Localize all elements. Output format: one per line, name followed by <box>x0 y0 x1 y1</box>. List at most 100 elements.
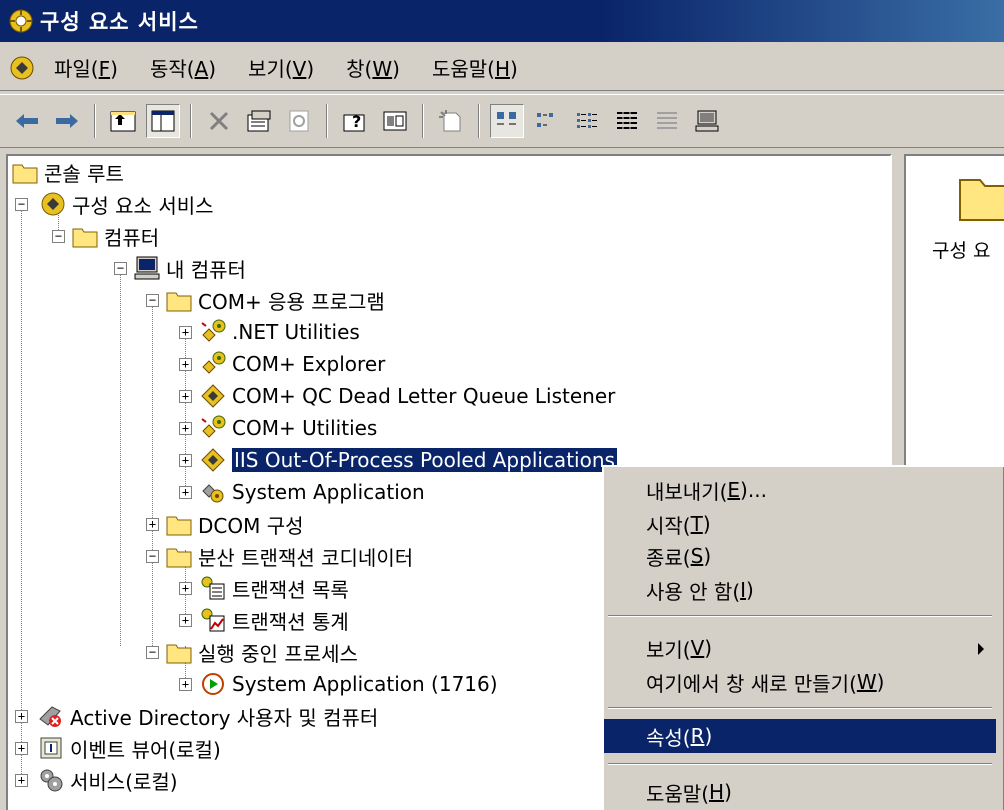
collapse-toggle[interactable]: − <box>15 198 28 211</box>
expand-toggle[interactable]: + <box>179 390 192 403</box>
context-menu-export[interactable]: 내보내기(E)... <box>604 473 996 507</box>
back-button[interactable] <box>10 104 44 138</box>
small-icons-button[interactable] <box>530 104 564 138</box>
tree-node-active-directory[interactable]: Active Directory 사용자 및 컴퓨터 <box>38 700 378 732</box>
tree-node-qc-dead-letter[interactable]: COM+ QC Dead Letter Queue Listener <box>200 380 615 412</box>
computer-button[interactable] <box>690 104 724 138</box>
context-menu-shut-down[interactable]: 종료(S) <box>604 539 996 573</box>
large-icons-icon <box>497 112 516 125</box>
detail-view-icon <box>617 111 637 130</box>
tree-node-services[interactable]: 서비스(로컬) <box>38 764 178 796</box>
expand-toggle[interactable]: + <box>179 486 192 499</box>
tree-node-com-utilities[interactable]: COM+ Utilities <box>200 412 377 444</box>
tree-node-system-application[interactable]: System Application <box>200 476 425 508</box>
expand-toggle[interactable]: + <box>179 582 192 595</box>
tree-node-iis-pooled-applications[interactable]: IIS Out-Of-Process Pooled Applications <box>200 444 618 476</box>
menu-action[interactable]: 동작(A) <box>150 53 216 82</box>
event-viewer-icon <box>40 737 62 759</box>
expand-toggle[interactable]: + <box>179 358 192 371</box>
up-level-button[interactable] <box>106 104 140 138</box>
tree-node-label: 분산 트랜잭션 코디네이터 <box>198 545 414 570</box>
tree-node-label: COM+ 응용 프로그램 <box>198 289 385 314</box>
context-menu-new-window[interactable]: 여기에서 창 새로 만들기(W) <box>604 665 996 699</box>
export-list-button[interactable] <box>378 104 412 138</box>
tree-node-console-root[interactable]: 콘솔 루트 <box>12 156 124 188</box>
tree-node-my-computer[interactable]: 내 컴퓨터 <box>134 252 246 284</box>
tree-node-event-viewer[interactable]: 이벤트 뷰어(로컬) <box>38 732 221 764</box>
context-menu-properties[interactable]: 속성(R) <box>604 719 996 753</box>
delete-button[interactable] <box>202 104 236 138</box>
menu-help[interactable]: 도움말(H) <box>432 53 518 82</box>
folder-icon <box>166 292 192 312</box>
refresh-icon <box>289 110 309 132</box>
collapse-toggle[interactable]: − <box>52 230 65 243</box>
show-hide-tree-button[interactable] <box>146 104 180 138</box>
collapse-toggle[interactable]: − <box>146 646 159 659</box>
svg-text:?: ? <box>352 112 361 131</box>
tree-node-label: DCOM 구성 <box>198 513 304 538</box>
tree-node-dtc[interactable]: 분산 트랜잭션 코디네이터 <box>166 540 413 572</box>
menu-bar: 파일(F) 동작(A) 보기(V) 창(W) 도움말(H) <box>0 45 1004 91</box>
context-menu: 내보내기(E)... 시작(T) 종료(S) 사용 안 함(I) 보기(V) 여… <box>602 465 1004 810</box>
tree-node-label: 콘솔 루트 <box>44 161 124 186</box>
collapse-toggle[interactable]: − <box>146 294 159 307</box>
expand-toggle[interactable]: + <box>179 614 192 627</box>
context-menu-view[interactable]: 보기(V) <box>604 631 996 665</box>
tree-node-transaction-statistics[interactable]: 트랜잭션 통계 <box>200 604 349 636</box>
tree-node-label: System Application <box>232 480 425 504</box>
tree-node-running-system-application[interactable]: System Application (1716) <box>200 668 498 700</box>
tree-node-transaction-list[interactable]: 트랜잭션 목록 <box>200 572 349 604</box>
menu-file[interactable]: 파일(F) <box>54 53 118 82</box>
tree-node-computers[interactable]: 컴퓨터 <box>72 220 159 252</box>
large-icons-button[interactable] <box>490 104 524 138</box>
delete-icon <box>209 111 229 131</box>
title-bar[interactable]: 구성 요소 서비스 <box>0 0 1004 42</box>
forward-button[interactable] <box>50 104 84 138</box>
folder-icon[interactable] <box>958 172 1004 222</box>
list-view-button[interactable] <box>570 104 604 138</box>
tree-node-label: 내 컴퓨터 <box>166 257 246 282</box>
expand-toggle[interactable]: + <box>146 518 159 531</box>
tree-node-dcom-config[interactable]: DCOM 구성 <box>166 508 304 540</box>
context-menu-start[interactable]: 시작(T) <box>604 507 996 541</box>
tree-node-com-explorer[interactable]: COM+ Explorer <box>200 348 385 380</box>
folder-icon <box>166 644 192 664</box>
new-component-button[interactable] <box>434 104 468 138</box>
context-menu-disable[interactable]: 사용 안 함(I) <box>604 573 996 607</box>
context-menu-help[interactable]: 도움말(H) <box>604 775 996 809</box>
expand-toggle[interactable]: + <box>179 422 192 435</box>
tree-node-net-utilities[interactable]: .NET Utilities <box>200 316 360 348</box>
tree-node-component-services[interactable]: 구성 요소 서비스 <box>40 188 214 220</box>
folder-icon <box>166 516 192 536</box>
toolbar-separator <box>94 104 96 138</box>
menu-view[interactable]: 보기(V) <box>248 53 314 82</box>
expand-toggle[interactable]: + <box>15 742 28 755</box>
tree-node-com-applications[interactable]: COM+ 응용 프로그램 <box>166 284 385 316</box>
expand-toggle[interactable]: + <box>179 454 192 467</box>
component-services-icon <box>9 9 33 33</box>
tree-node-label: 구성 요소 서비스 <box>72 193 214 218</box>
expand-toggle[interactable]: + <box>15 710 28 723</box>
status-view-icon <box>657 112 677 129</box>
tree-node-label: COM+ Utilities <box>232 416 378 440</box>
tree-node-running-processes[interactable]: 실행 중인 프로세스 <box>166 636 358 668</box>
help-button[interactable]: ? <box>338 104 372 138</box>
expand-toggle[interactable]: + <box>179 678 192 691</box>
expand-toggle[interactable]: + <box>15 774 28 787</box>
toolbar-separator <box>326 104 328 138</box>
status-view-button[interactable] <box>650 104 684 138</box>
menu-window[interactable]: 창(W) <box>346 53 400 82</box>
details-item-label: 구성 요 <box>932 240 991 262</box>
detail-view-button[interactable] <box>610 104 644 138</box>
window-title: 구성 요소 서비스 <box>40 10 199 34</box>
menu-separator <box>608 615 992 617</box>
collapse-toggle[interactable]: − <box>146 550 159 563</box>
refresh-button[interactable] <box>282 104 316 138</box>
system-menu-icon[interactable] <box>8 54 36 82</box>
properties-button[interactable] <box>242 104 276 138</box>
expand-toggle[interactable]: + <box>179 326 192 339</box>
transaction-statistics-icon <box>201 608 225 632</box>
collapse-toggle[interactable]: − <box>114 262 127 275</box>
system-application-icon <box>202 484 224 503</box>
back-icon <box>16 114 38 128</box>
